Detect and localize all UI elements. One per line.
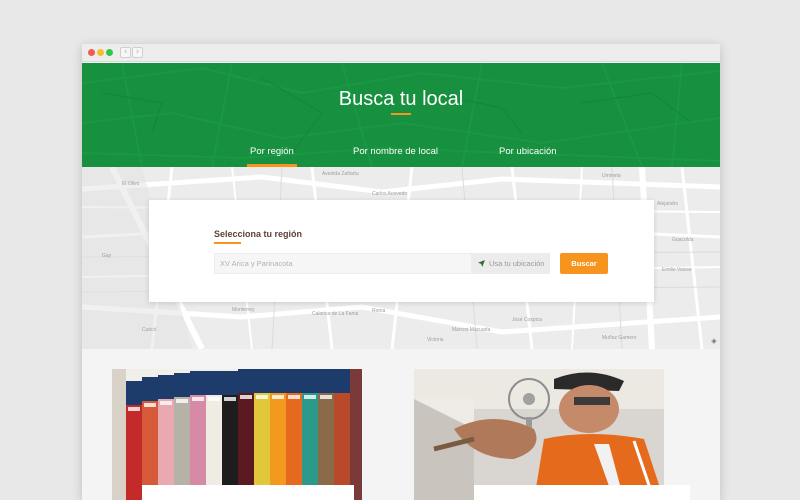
street-label: Emilio Vaisse: [662, 267, 692, 273]
paint-swatches-image[interactable]: [112, 369, 362, 500]
back-arrow-icon[interactable]: ‹: [120, 47, 131, 58]
search-button[interactable]: Buscar: [560, 253, 608, 274]
minimize-window-icon[interactable]: [97, 49, 104, 56]
tab-por-ubicacion[interactable]: Por ubicación: [499, 146, 557, 157]
region-search-card: Selecciona tu región XV Arica y Parinaco…: [149, 200, 654, 302]
forward-arrow-icon[interactable]: ›: [132, 47, 143, 58]
street-label: Victoria: [427, 337, 444, 343]
street-label: Calorica de La Fama: [312, 311, 359, 317]
hero-banner: Busca tu local Por región Por nombre de …: [82, 63, 720, 167]
tab-por-nombre-de-local[interactable]: Por nombre de local: [353, 146, 438, 157]
street-label: Roma: [372, 308, 386, 314]
browser-window: ‹ › Busca tu local Por región Por nombre…: [82, 44, 720, 500]
close-window-icon[interactable]: [88, 49, 95, 56]
card-caption-box: [142, 485, 354, 500]
page-title: Busca tu local: [338, 88, 464, 110]
street-label: Muñoz Gamero: [602, 335, 637, 341]
street-label: José Cospica: [512, 317, 543, 323]
worker-illustration: [414, 369, 664, 500]
use-location-label: Usa tu ubicación: [489, 259, 545, 268]
street-label: Monterrey: [232, 307, 255, 313]
street-label: Avenida Zañartu: [322, 171, 359, 177]
card-caption-box: [474, 485, 690, 500]
title-underline: [391, 113, 411, 115]
navigation-arrow-icon: [478, 260, 485, 267]
street-label: Curicó: [142, 327, 157, 333]
street-label: Guacolda: [672, 237, 694, 243]
region-select[interactable]: XV Arica y Parinacota: [214, 253, 472, 274]
compass-icon[interactable]: ◈: [710, 338, 718, 346]
street-label: Carlos Acevedo: [372, 191, 408, 197]
paint-swatches-illustration: [112, 369, 362, 500]
browser-toolbar: ‹ ›: [82, 44, 720, 62]
street-label: El Olivo: [122, 181, 140, 187]
heading-underline: [214, 242, 241, 244]
featured-section: [82, 349, 720, 500]
street-label: Umineta: [602, 173, 621, 179]
card-heading: Selecciona tu región: [214, 229, 303, 239]
street-label: Marcos Macuada: [452, 327, 491, 333]
street-label: Gay: [102, 253, 112, 259]
street-label: Alejandro: [657, 201, 679, 207]
tab-por-region[interactable]: Por región: [250, 146, 294, 157]
worker-image[interactable]: [414, 369, 664, 500]
use-location-button[interactable]: Usa tu ubicación: [472, 253, 550, 274]
maximize-window-icon[interactable]: [106, 49, 113, 56]
